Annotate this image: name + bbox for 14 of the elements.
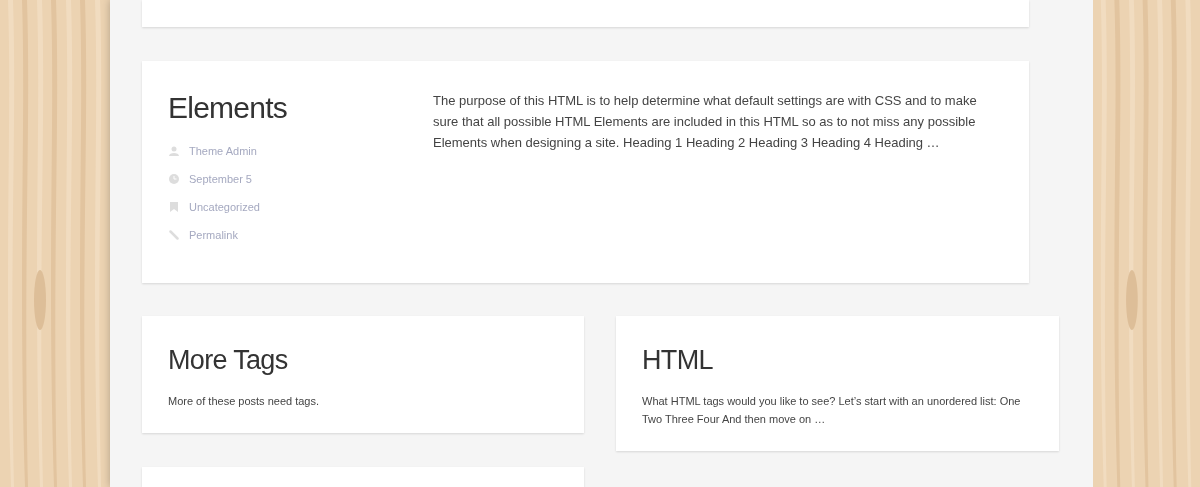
link-icon <box>168 230 179 241</box>
post-excerpt: The purpose of this HTML is to help determine what default settings are with CSS and to make sure that all possible HTML Elements are included in this HTML so as to not miss any possible Elements when designing a site. Heading 1 Heading 2 Heading 3 Heading 4 Heading … <box>433 92 978 153</box>
meta-link[interactable]: Permalink <box>189 227 238 244</box>
clock-icon <box>168 174 179 185</box>
bookmark-icon <box>169 202 178 213</box>
post-excerpt: More of these posts need tags. <box>168 394 321 409</box>
meta-link[interactable]: Uncategorized <box>189 199 260 216</box>
meta-link[interactable]: September 5 <box>189 171 252 188</box>
post-title: More Tags <box>168 347 289 374</box>
user-icon <box>168 146 179 157</box>
meta-link[interactable]: Theme Admin <box>189 143 257 160</box>
post-title: HTML <box>642 347 714 374</box>
post-title: Elements <box>168 93 289 124</box>
post-excerpt: What HTML tags would you like to see? Let’s start with an unordered list: One Two Three Four And then move on … <box>642 394 1022 427</box>
